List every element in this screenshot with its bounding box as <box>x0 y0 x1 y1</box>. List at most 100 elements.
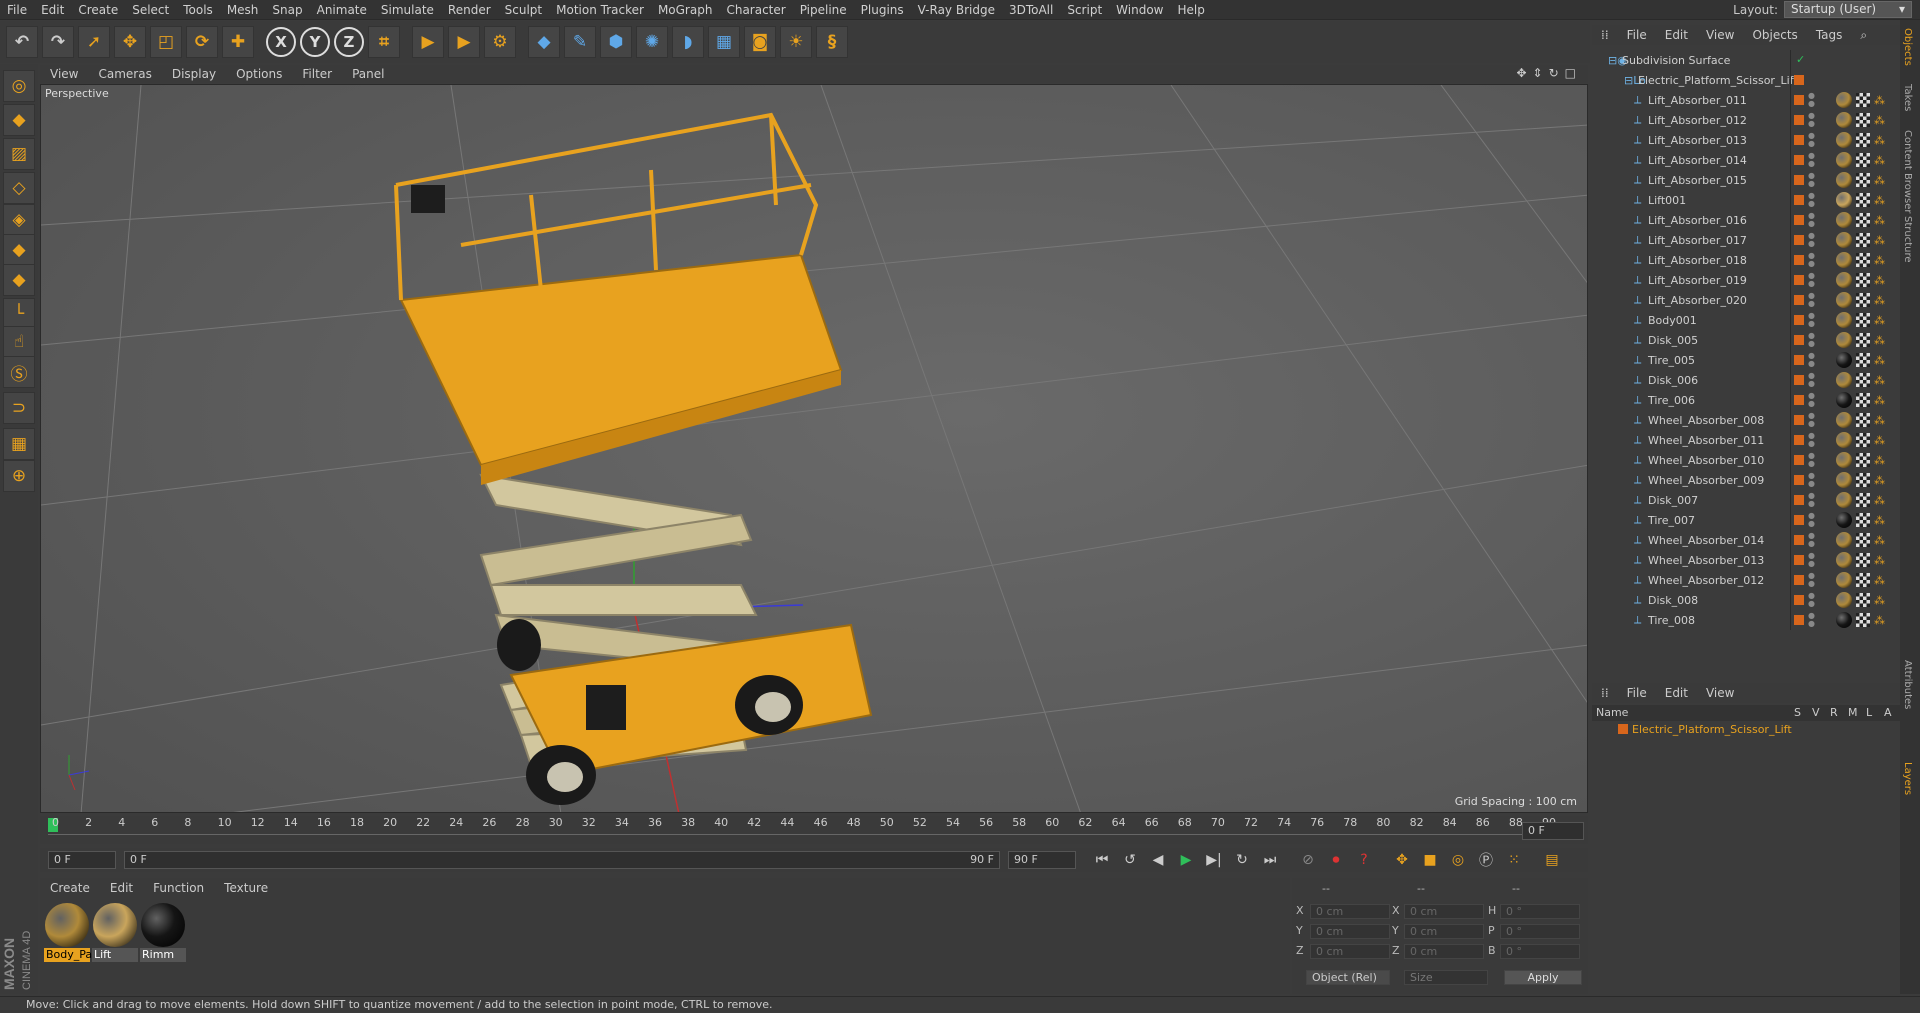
deformer-icon[interactable]: ◗ <box>672 26 704 58</box>
visibility-dots-icon[interactable]: ● ● <box>1808 332 1815 348</box>
menu-edit[interactable]: Edit <box>34 0 71 20</box>
viewport-menu-cameras[interactable]: Cameras <box>88 67 161 81</box>
keyframe-help-icon[interactable]: ? <box>1352 849 1376 871</box>
side-tab-takes[interactable]: Takes <box>1902 84 1913 111</box>
layout-dropdown[interactable]: Startup (User) ▾ <box>1784 1 1912 18</box>
menu-window[interactable]: Window <box>1109 0 1170 20</box>
uvw-tag-icon[interactable] <box>1856 553 1870 567</box>
scale-icon[interactable]: ◰ <box>150 26 182 58</box>
object-row[interactable]: ⟂ Wheel_Absorber_008 ● ● ⁂ <box>1592 410 1900 430</box>
phong-tag-icon[interactable]: ⁂ <box>1874 614 1885 627</box>
phong-tag-icon[interactable]: ⁂ <box>1874 574 1885 587</box>
menu-select[interactable]: Select <box>125 0 176 20</box>
material-swatch[interactable]: Rimm <box>140 902 186 962</box>
phong-tag-icon[interactable]: ⁂ <box>1874 454 1885 467</box>
object-name[interactable]: Wheel_Absorber_012 <box>1648 574 1764 587</box>
object-row[interactable]: ⟂ Wheel_Absorber_012 ● ● ⁂ <box>1592 570 1900 590</box>
menu-snap[interactable]: Snap <box>265 0 309 20</box>
workplane-icon[interactable]: ◇ <box>3 172 35 204</box>
end-frame-field[interactable]: 90 F <box>1008 851 1076 869</box>
goto-start-icon[interactable]: ⏮ <box>1090 849 1114 871</box>
visibility-dots-icon[interactable]: ● ● <box>1808 132 1815 148</box>
material-swatch[interactable]: Lift <box>92 902 138 962</box>
phong-tag-icon[interactable]: ⁂ <box>1874 474 1885 487</box>
object-name[interactable]: Wheel_Absorber_008 <box>1648 414 1764 427</box>
uvw-tag-icon[interactable] <box>1856 433 1870 447</box>
side-tab-structure[interactable]: Structure <box>1902 216 1913 263</box>
visibility-dots-icon[interactable]: ● ● <box>1808 452 1815 468</box>
menu-pipeline[interactable]: Pipeline <box>793 0 854 20</box>
viewport-menu-options[interactable]: Options <box>226 67 292 81</box>
objects-menu-edit[interactable]: Edit <box>1656 28 1697 42</box>
object-name[interactable]: Lift_Absorber_016 <box>1648 214 1747 227</box>
key-rotation-icon[interactable]: ◎ <box>1446 849 1470 871</box>
layer-column-header[interactable]: Name <box>1596 706 1628 719</box>
menu-tools[interactable]: Tools <box>176 0 220 20</box>
object-name[interactable]: Lift_Absorber_011 <box>1648 94 1747 107</box>
uvw-tag-icon[interactable] <box>1856 493 1870 507</box>
render-picture-viewer-icon[interactable]: ▶ <box>448 26 480 58</box>
uvw-tag-icon[interactable] <box>1856 373 1870 387</box>
object-name[interactable]: Tire_007 <box>1648 514 1695 527</box>
viewport-perspective[interactable]: Perspective Grid Spacing : 100 cm <box>40 84 1588 813</box>
object-row[interactable]: ⟂ Lift_Absorber_013 ● ● ⁂ <box>1592 130 1900 150</box>
cube-icon[interactable]: ◆ <box>528 26 560 58</box>
menu-3dtoall[interactable]: 3DToAll <box>1002 0 1060 20</box>
object-name[interactable]: Wheel_Absorber_010 <box>1648 454 1764 467</box>
visibility-dots-icon[interactable]: ● ● <box>1808 172 1815 188</box>
coord-value-field[interactable]: 0 cm <box>1404 904 1484 919</box>
visibility-dots-icon[interactable]: ● ● <box>1808 192 1815 208</box>
uvw-tag-icon[interactable] <box>1856 293 1870 307</box>
visibility-dots-icon[interactable]: ● ● <box>1808 512 1815 528</box>
apply-button[interactable]: Apply <box>1504 970 1582 985</box>
phong-tag-icon[interactable]: ⁂ <box>1874 134 1885 147</box>
array-icon[interactable]: ✺ <box>636 26 668 58</box>
menu-character[interactable]: Character <box>719 0 792 20</box>
key-pla-icon[interactable]: ⁙ <box>1502 849 1526 871</box>
phong-tag-icon[interactable]: ⁂ <box>1874 114 1885 127</box>
render-settings-icon[interactable]: ⚙ <box>484 26 516 58</box>
object-row[interactable]: ⟂ Disk_007 ● ● ⁂ <box>1592 490 1900 510</box>
soft-selection-icon[interactable]: Ⓢ <box>3 356 35 388</box>
layer-menu-edit[interactable]: Edit <box>1656 686 1697 700</box>
material-tag-icon[interactable] <box>1836 132 1852 148</box>
prev-frame-icon[interactable]: ◀ <box>1146 849 1170 871</box>
object-row[interactable]: ⟂ Wheel_Absorber_011 ● ● ⁂ <box>1592 430 1900 450</box>
phong-tag-icon[interactable]: ⁂ <box>1874 294 1885 307</box>
material-tag-icon[interactable] <box>1836 172 1852 188</box>
object-name[interactable]: Wheel_Absorber_011 <box>1648 434 1764 447</box>
next-key-icon[interactable]: ↻ <box>1230 849 1254 871</box>
object-name[interactable]: Disk_007 <box>1648 494 1698 507</box>
z-axis-icon[interactable]: Z <box>334 27 364 57</box>
object-row[interactable]: ⟂ Tire_007 ● ● ⁂ <box>1592 510 1900 530</box>
object-row[interactable]: ⟂ Disk_008 ● ● ⁂ <box>1592 590 1900 610</box>
start-frame-field[interactable]: 0 F <box>48 851 116 869</box>
coord-system-icon[interactable]: ⌗ <box>368 26 400 58</box>
visibility-dots-icon[interactable]: ● ● <box>1808 532 1815 548</box>
key-param-icon[interactable]: Ⓟ <box>1474 849 1498 871</box>
uvw-tag-icon[interactable] <box>1856 573 1870 587</box>
visibility-dots-icon[interactable]: ● ● <box>1808 312 1815 328</box>
uvw-tag-icon[interactable] <box>1856 153 1870 167</box>
object-row[interactable]: ⟂ Tire_008 ● ● ⁂ <box>1592 610 1900 630</box>
object-row[interactable]: ⟂ Disk_006 ● ● ⁂ <box>1592 370 1900 390</box>
object-name[interactable]: Lift_Absorber_015 <box>1648 174 1747 187</box>
object-row[interactable]: ⟂ Lift_Absorber_014 ● ● ⁂ <box>1592 150 1900 170</box>
phong-tag-icon[interactable]: ⁂ <box>1874 414 1885 427</box>
phong-tag-icon[interactable]: ⁂ <box>1874 174 1885 187</box>
record-keys-icon[interactable]: ⊘ <box>1296 849 1320 871</box>
object-row[interactable]: ⟂ Wheel_Absorber_010 ● ● ⁂ <box>1592 450 1900 470</box>
phong-tag-icon[interactable]: ⁂ <box>1874 594 1885 607</box>
objects-menu-view[interactable]: View <box>1697 28 1743 42</box>
material-tag-icon[interactable] <box>1836 472 1852 488</box>
object-name[interactable]: Subdivision Surface <box>1622 54 1730 67</box>
phong-tag-icon[interactable]: ⁂ <box>1874 254 1885 267</box>
material-menu-function[interactable]: Function <box>143 881 214 895</box>
menu-animate[interactable]: Animate <box>310 0 374 20</box>
coord-value-field[interactable]: 0 ° <box>1500 904 1580 919</box>
object-name[interactable]: Disk_006 <box>1648 374 1698 387</box>
material-tag-icon[interactable] <box>1836 152 1852 168</box>
material-tag-icon[interactable] <box>1836 112 1852 128</box>
material-tag-icon[interactable] <box>1836 392 1852 408</box>
object-row[interactable]: ⟂ Lift_Absorber_012 ● ● ⁂ <box>1592 110 1900 130</box>
